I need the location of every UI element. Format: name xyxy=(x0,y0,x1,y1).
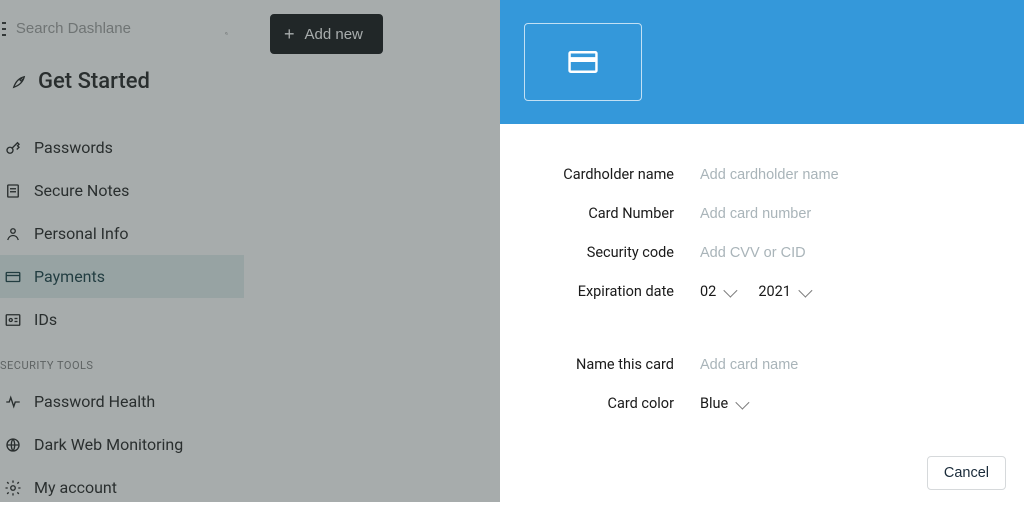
sidebar-item-label: Personal Info xyxy=(34,224,129,243)
add-new-label: Add new xyxy=(305,26,363,43)
label-security-code: Security code xyxy=(530,244,700,261)
sidebar-item-passwords[interactable]: Passwords xyxy=(0,126,244,169)
plus-icon: + xyxy=(284,25,295,43)
sidebar-item-label: Secure Notes xyxy=(34,181,129,200)
label-cardholder: Cardholder name xyxy=(530,166,700,183)
exp-month-value: 02 xyxy=(700,283,716,300)
cvv-input[interactable] xyxy=(700,245,994,261)
label-card-color: Card color xyxy=(530,395,700,412)
rocket-icon xyxy=(10,73,28,91)
hamburger-icon[interactable] xyxy=(2,22,6,36)
sidebar-item-dark-web[interactable]: Dark Web Monitoring xyxy=(0,423,244,466)
get-started-link[interactable]: Get Started xyxy=(0,55,244,108)
card-color-value: Blue xyxy=(700,395,728,412)
card-name-input[interactable] xyxy=(700,357,994,373)
panel-header xyxy=(500,0,1024,124)
chevron-down-icon xyxy=(724,283,738,297)
sidebar-item-label: Dark Web Monitoring xyxy=(34,435,183,454)
label-expiration: Expiration date xyxy=(530,283,700,300)
sidebar-item-label: Passwords xyxy=(34,138,113,157)
globe-icon xyxy=(4,436,22,454)
card-number-input[interactable] xyxy=(700,206,994,222)
add-new-button[interactable]: + Add new xyxy=(270,14,383,54)
search-input[interactable] xyxy=(16,20,215,37)
search-icon[interactable] xyxy=(225,21,228,37)
section-header-security: SECURITY TOOLS xyxy=(0,341,244,380)
exp-year-select[interactable]: 2021 xyxy=(758,283,809,300)
id-icon xyxy=(4,311,22,329)
card-preview xyxy=(524,23,642,101)
sidebar-item-personal-info[interactable]: Personal Info xyxy=(0,212,244,255)
sidebar-item-label: IDs xyxy=(34,310,57,329)
cancel-button[interactable]: Cancel xyxy=(927,456,1006,490)
get-started-label: Get Started xyxy=(38,69,150,94)
credit-card-icon xyxy=(568,51,598,73)
card-icon xyxy=(4,268,22,286)
sidebar-item-ids[interactable]: IDs xyxy=(0,298,244,341)
label-card-name: Name this card xyxy=(530,356,700,373)
health-icon xyxy=(4,393,22,411)
card-edit-panel: Cardholder name Card Number Security cod… xyxy=(500,0,1024,502)
sidebar-item-payments[interactable]: Payments xyxy=(0,255,244,298)
chevron-down-icon xyxy=(736,395,750,409)
gear-icon xyxy=(4,479,22,497)
exp-year-value: 2021 xyxy=(758,283,791,300)
person-icon xyxy=(4,225,22,243)
sidebar-item-label: Password Health xyxy=(34,392,155,411)
sidebar-item-secure-notes[interactable]: Secure Notes xyxy=(0,169,244,212)
sidebar-item-label: Payments xyxy=(34,267,105,286)
cardholder-input[interactable] xyxy=(700,167,994,183)
sidebar-item-password-health[interactable]: Password Health xyxy=(0,380,244,423)
sidebar-item-my-account[interactable]: My account xyxy=(0,466,244,509)
exp-month-select[interactable]: 02 xyxy=(700,283,734,300)
card-color-select[interactable]: Blue xyxy=(700,395,746,412)
key-icon xyxy=(4,139,22,157)
chevron-down-icon xyxy=(798,283,812,297)
sidebar-item-label: My account xyxy=(34,478,117,497)
note-icon xyxy=(4,182,22,200)
label-card-number: Card Number xyxy=(530,205,700,222)
